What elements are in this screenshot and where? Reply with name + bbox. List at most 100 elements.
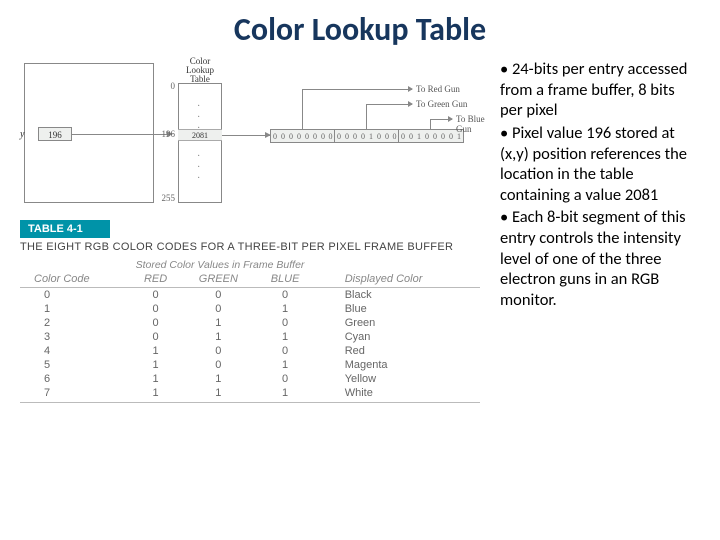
red-gun-label: To Red Gun	[416, 84, 460, 94]
bit-cell: 0	[303, 130, 311, 142]
table-cell: 0	[255, 316, 314, 330]
table-cell: 0	[255, 288, 314, 303]
table-cell: 1	[20, 302, 130, 316]
clt-label: Color Lookup Table	[170, 57, 230, 84]
table-cell: Black	[315, 288, 480, 303]
table-cell: 3	[20, 330, 130, 344]
dots-icon: ···	[197, 151, 200, 184]
bit-cell: 0	[343, 130, 351, 142]
table-cell: 0	[130, 302, 181, 316]
table-cell: 0	[20, 288, 130, 303]
th-green: GREEN	[181, 271, 255, 288]
bullet-3: • Each 8-bit segment of this entry contr…	[500, 207, 700, 310]
content-row: y 196 Color Lookup Table 0 196 255 ··· ·…	[20, 59, 700, 403]
table-cell: Red	[315, 344, 480, 358]
table-row: 2010Green	[20, 316, 480, 330]
table-cell: 6	[20, 372, 130, 386]
index-0: 0	[155, 81, 175, 91]
bullet-2: • Pixel value 196 stored at (x,y) positi…	[500, 123, 700, 206]
table-cell: 0	[181, 358, 255, 372]
table-cell: White	[315, 386, 480, 403]
slide: Color Lookup Table y 196 Color Lookup Ta…	[0, 0, 720, 540]
bit-cell: 0	[383, 130, 391, 142]
green-arrow	[366, 104, 412, 105]
table-row: 6110Yellow	[20, 372, 480, 386]
table-row: 1001Blue	[20, 302, 480, 316]
table-row: 4100Red	[20, 344, 480, 358]
table-cell: 2	[20, 316, 130, 330]
index-196: 196	[155, 129, 175, 139]
table-4-1: TABLE 4-1 THE EIGHT RGB COLOR CODES FOR …	[20, 219, 480, 403]
table-cell: 1	[255, 386, 314, 403]
table-cell: 0	[255, 344, 314, 358]
entry-row: 2081	[178, 129, 222, 141]
page-title: Color Lookup Table	[20, 10, 700, 49]
bit-cell: 0	[279, 130, 287, 142]
bit-cell: 0	[311, 130, 319, 142]
table-cell: 1	[130, 358, 181, 372]
bit-cell: 0	[431, 130, 439, 142]
table-cell: 0	[130, 288, 181, 303]
red-arrow	[302, 89, 412, 90]
color-codes-table: Color Code RED GREEN BLUE Displayed Colo…	[20, 271, 480, 403]
blue-seg-line	[430, 119, 431, 129]
table-cell: 1	[181, 330, 255, 344]
table-caption: THE EIGHT RGB COLOR CODES FOR A THREE-BI…	[20, 241, 480, 253]
index-255: 255	[155, 193, 175, 203]
bit-cell: 0	[399, 130, 407, 142]
table-row: 7111White	[20, 386, 480, 403]
left-column: y 196 Color Lookup Table 0 196 255 ··· ·…	[20, 59, 490, 403]
table-cell: Yellow	[315, 372, 480, 386]
table-cell: 1	[255, 358, 314, 372]
bit-cell: 0	[359, 130, 367, 142]
blue-gun-label: To Blue Gun	[456, 114, 490, 134]
bits-register: 000000000000100000100001	[270, 129, 464, 143]
table-cell: 4	[20, 344, 130, 358]
bit-cell: 0	[351, 130, 359, 142]
bit-cell: 0	[407, 130, 415, 142]
table-cell: 1	[130, 344, 181, 358]
bit-cell: 0	[423, 130, 431, 142]
table-cell: 1	[181, 372, 255, 386]
table-cell: 0	[181, 288, 255, 303]
table-row: 5101Magenta	[20, 358, 480, 372]
pixel-value-box: 196	[38, 127, 72, 141]
table-cell: 5	[20, 358, 130, 372]
th-red: RED	[130, 271, 181, 288]
table-cell: 1	[130, 386, 181, 403]
table-cell: 1	[255, 302, 314, 316]
table-cell: Cyan	[315, 330, 480, 344]
bullet-list: • 24-bits per entry accessed from a fram…	[500, 59, 700, 403]
table-cell: 0	[130, 316, 181, 330]
bit-cell: 0	[391, 130, 399, 142]
bit-cell: 0	[271, 130, 279, 142]
th-blue: BLUE	[255, 271, 314, 288]
bit-cell: 1	[415, 130, 423, 142]
bit-cell: 0	[375, 130, 383, 142]
blue-arrow	[430, 119, 452, 120]
table-cell: Blue	[315, 302, 480, 316]
y-label: y	[20, 129, 24, 140]
table-cell: 1	[181, 386, 255, 403]
bit-cell: 0	[295, 130, 303, 142]
th-code: Color Code	[20, 271, 130, 288]
table-cell: 0	[181, 302, 255, 316]
green-seg-line	[366, 104, 367, 129]
table-cell: 0	[255, 372, 314, 386]
red-seg-line	[302, 89, 303, 129]
table-cell: 1	[130, 372, 181, 386]
bit-cell: 0	[287, 130, 295, 142]
table-subhead: Stored Color Values in Frame Buffer	[80, 259, 360, 271]
table-cell: 0	[181, 344, 255, 358]
th-disp: Displayed Color	[315, 271, 480, 288]
table-badge: TABLE 4-1	[20, 220, 110, 238]
table-cell: 1	[181, 316, 255, 330]
table-cell: Magenta	[315, 358, 480, 372]
lookup-diagram: y 196 Color Lookup Table 0 196 255 ··· ·…	[20, 59, 490, 209]
table-cell: 0	[130, 330, 181, 344]
green-gun-label: To Green Gun	[416, 99, 467, 109]
table-cell: 7	[20, 386, 130, 403]
table-cell: Green	[315, 316, 480, 330]
arrow-to-bits	[222, 135, 270, 136]
table-cell: 1	[255, 330, 314, 344]
